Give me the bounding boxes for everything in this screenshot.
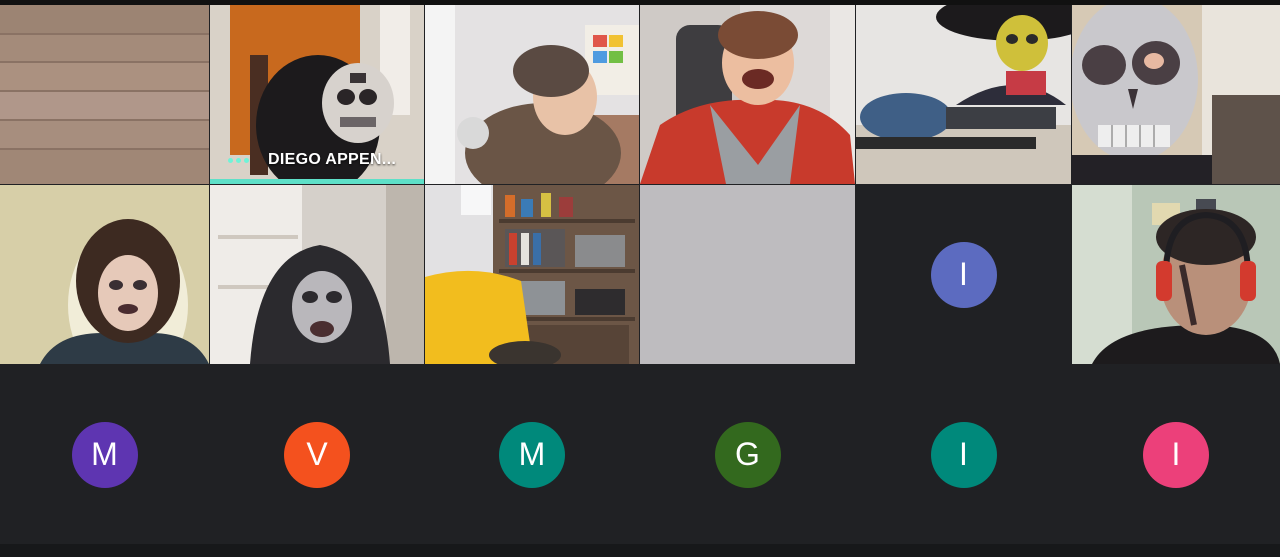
participant-tile-avatar-i2[interactable]: I xyxy=(856,365,1071,544)
participant-avatar: I xyxy=(930,241,997,308)
video-feed xyxy=(640,5,855,184)
participant-tile-headphones[interactable] xyxy=(1072,185,1280,364)
participant-tile-avatar-i[interactable]: I xyxy=(856,185,1071,364)
participant-tile-hooded[interactable] xyxy=(210,185,424,364)
participant-name: DIEGO APPEN... xyxy=(268,151,397,168)
video-feed xyxy=(0,5,209,184)
participant-avatar: M xyxy=(499,421,565,488)
participant-tile-blank[interactable] xyxy=(640,185,855,364)
participant-tile-face-paint[interactable] xyxy=(0,185,209,364)
video-feed xyxy=(1072,185,1280,364)
participant-tile-sombrero[interactable] xyxy=(856,5,1071,184)
participant-avatar: M xyxy=(71,421,138,488)
video-feed xyxy=(1072,5,1280,184)
participant-tile-avatar-i3[interactable]: I xyxy=(1072,365,1280,544)
participant-avatar: V xyxy=(284,421,350,488)
participant-tile-avatar-m[interactable]: M xyxy=(0,365,209,544)
speaking-indicator xyxy=(228,158,249,163)
video-feed xyxy=(640,185,855,364)
participant-tile-avatar-v[interactable]: V xyxy=(210,365,424,544)
active-speaker-bar xyxy=(210,179,424,184)
participant-tile-avatar-m2[interactable]: M xyxy=(425,365,639,544)
video-feed xyxy=(210,185,424,364)
participant-tile-brown-hoodie[interactable] xyxy=(425,5,639,184)
video-feed xyxy=(856,5,1071,184)
participant-avatar: I xyxy=(1143,421,1209,488)
video-feed xyxy=(425,5,639,184)
participant-tile-skull-closeup[interactable] xyxy=(1072,5,1280,184)
bottom-bar xyxy=(0,544,1280,557)
participant-grid: DIEGO APPEN... I M V M G I I xyxy=(0,5,1280,544)
video-feed xyxy=(425,185,639,364)
participant-tile-bookshelf[interactable] xyxy=(425,185,639,364)
participant-avatar: I xyxy=(930,421,997,488)
video-feed xyxy=(0,185,209,364)
participant-tile-avatar-g[interactable]: G xyxy=(640,365,855,544)
participant-avatar: G xyxy=(714,421,781,488)
participant-tile-red-jacket[interactable] xyxy=(640,5,855,184)
participant-tile-wood-wall[interactable] xyxy=(0,5,209,184)
participant-tile-diego[interactable]: DIEGO APPEN... xyxy=(210,5,424,184)
